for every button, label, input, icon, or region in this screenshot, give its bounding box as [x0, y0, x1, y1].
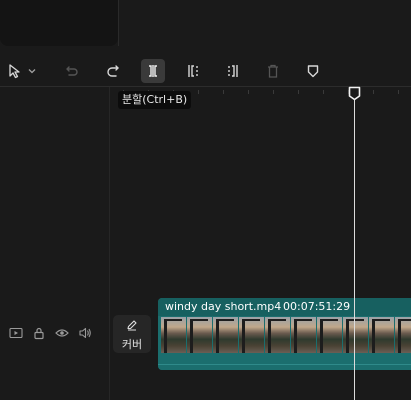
track-controls	[8, 326, 93, 340]
delete-button[interactable]	[261, 59, 285, 83]
media-panel	[0, 0, 118, 46]
timeline-toolbar	[0, 56, 411, 87]
split-tooltip: 분할(Ctrl+B)	[118, 91, 192, 109]
thumbnail-frame	[291, 317, 316, 353]
video-clip[interactable]: windy day short.mp4 00:07:51:29	[158, 298, 411, 370]
thumbnail-frame	[187, 317, 212, 353]
preview-area	[0, 0, 411, 48]
trim-right-icon	[225, 63, 241, 79]
thumbnail-frame	[395, 317, 411, 353]
audio-icon[interactable]	[77, 326, 93, 340]
chevron-down-icon	[27, 66, 37, 76]
pencil-icon	[126, 316, 138, 335]
clip-header: windy day short.mp4 00:07:51:29	[158, 298, 411, 316]
track-header-column	[0, 87, 110, 400]
select-dropdown[interactable]	[24, 59, 40, 83]
lock-icon[interactable]	[31, 326, 47, 340]
shield-marker-icon	[305, 63, 321, 79]
cover-label: 커버	[121, 338, 143, 351]
clip-audio-line	[158, 364, 411, 365]
playhead-line[interactable]	[354, 99, 355, 400]
eye-icon[interactable]	[54, 326, 70, 340]
thumbnail-frame	[213, 317, 238, 353]
clip-thumbnails	[161, 317, 411, 353]
ruler-tick	[223, 90, 224, 94]
thumbnail-frame	[239, 317, 264, 353]
trim-left-icon	[185, 63, 201, 79]
thumbnail-frame	[343, 317, 368, 353]
ruler-tick	[298, 90, 299, 94]
cursor-arrow-icon	[7, 63, 23, 79]
undo-button[interactable]	[60, 59, 84, 83]
thumbnail-frame	[369, 317, 394, 353]
playhead-handle[interactable]	[348, 86, 361, 105]
undo-icon	[64, 63, 80, 79]
clip-duration: 00:07:51:29	[283, 300, 351, 313]
trim-left-button[interactable]	[181, 59, 205, 83]
ruler-tick	[198, 90, 199, 94]
ruler-tick	[273, 90, 274, 94]
marker-button[interactable]	[301, 59, 325, 83]
thumbnail-frame	[317, 317, 342, 353]
clip-audio-strip	[158, 355, 411, 370]
clip-name: windy day short.mp4	[165, 300, 282, 313]
ruler-tick	[248, 90, 249, 94]
redo-button[interactable]	[101, 59, 125, 83]
trash-icon	[265, 63, 281, 79]
thumbnail-frame	[265, 317, 290, 353]
panel-divider	[118, 0, 119, 46]
thumbnail-frame	[161, 317, 186, 353]
ruler-tick	[373, 90, 374, 94]
redo-icon	[105, 63, 121, 79]
split-button[interactable]	[141, 59, 165, 83]
video-track-icon[interactable]	[8, 326, 24, 340]
ruler-tick	[323, 90, 324, 94]
trim-right-button[interactable]	[221, 59, 245, 83]
ruler-tick	[398, 90, 399, 94]
split-icon	[145, 63, 161, 79]
cover-button[interactable]: 커버	[113, 315, 151, 353]
